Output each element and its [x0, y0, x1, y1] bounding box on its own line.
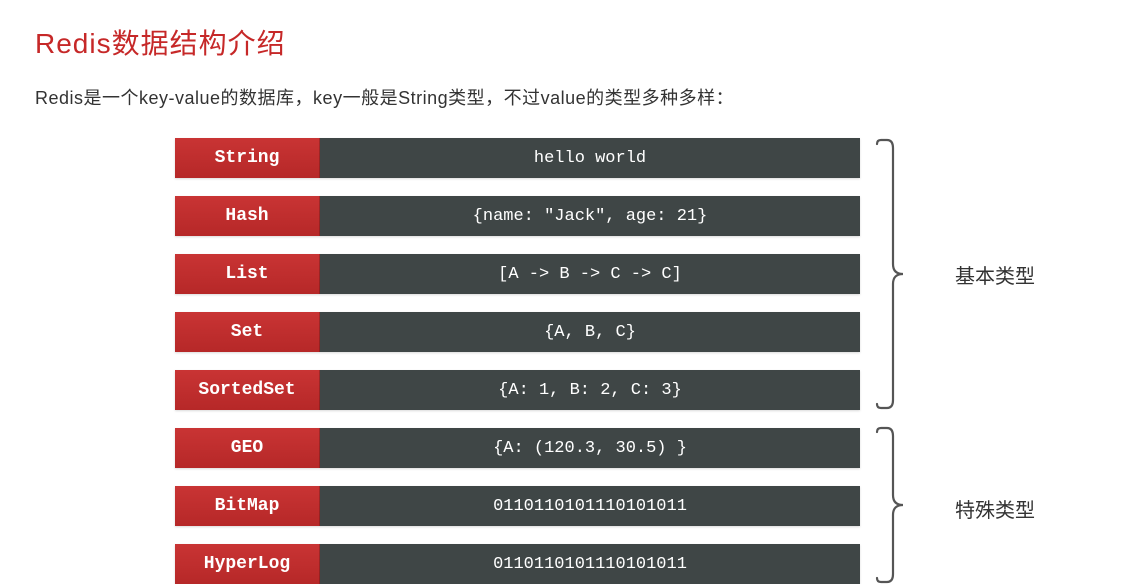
table-row: GEO {A: (120.3, 30.5) } — [175, 428, 860, 468]
table-row: Set {A, B, C} — [175, 312, 860, 352]
page-subtitle: Redis是一个key-value的数据库，key一般是String类型，不过v… — [0, 62, 1128, 110]
type-name: List — [175, 254, 320, 294]
table-row: HyperLog 0110110101110101011 — [175, 544, 860, 584]
data-type-rows: String hello world Hash {name: "Jack", a… — [175, 138, 860, 584]
group-label-special: 特殊类型 — [955, 494, 1035, 523]
type-name: Set — [175, 312, 320, 352]
table-row: Hash {name: "Jack", age: 21} — [175, 196, 860, 236]
type-value: hello world — [320, 138, 860, 178]
group-label-basic: 基本类型 — [955, 260, 1035, 289]
type-value: {A: 1, B: 2, C: 3} — [320, 370, 860, 410]
type-name: GEO — [175, 428, 320, 468]
type-value: {name: "Jack", age: 21} — [320, 196, 860, 236]
type-name: SortedSet — [175, 370, 320, 410]
page-title: Redis数据结构介绍 — [0, 0, 1128, 62]
type-name: String — [175, 138, 320, 178]
table-row: List [A -> B -> C -> C] — [175, 254, 860, 294]
type-value: 0110110101110101011 — [320, 544, 860, 584]
type-value: 0110110101110101011 — [320, 486, 860, 526]
bracket-special — [875, 426, 905, 584]
type-value: {A: (120.3, 30.5) } — [320, 428, 860, 468]
type-name: BitMap — [175, 486, 320, 526]
type-name: HyperLog — [175, 544, 320, 584]
type-value: {A, B, C} — [320, 312, 860, 352]
bracket-basic — [875, 138, 905, 410]
table-row: BitMap 0110110101110101011 — [175, 486, 860, 526]
type-name: Hash — [175, 196, 320, 236]
table-row: String hello world — [175, 138, 860, 178]
data-types-section: String hello world Hash {name: "Jack", a… — [0, 138, 1128, 584]
type-value: [A -> B -> C -> C] — [320, 254, 860, 294]
table-row: SortedSet {A: 1, B: 2, C: 3} — [175, 370, 860, 410]
